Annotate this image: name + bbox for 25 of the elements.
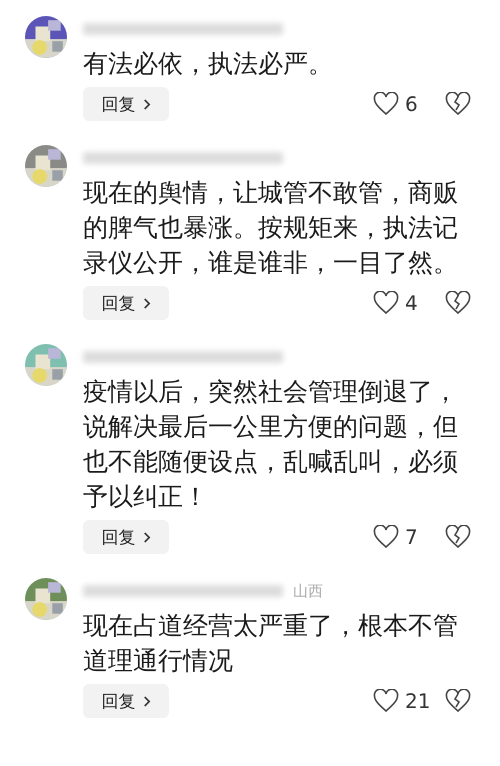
reply-button[interactable]: 回复 [83, 286, 169, 320]
chevron-icon [142, 530, 150, 544]
comment-text: 现在的舆情，让城管不敢管，商贩的脾气也暴涨。按规矩来，执法记录仪公开，谁是谁非，一目了然。 [83, 177, 459, 279]
like-count: 7 [405, 525, 419, 549]
heart-icon[interactable] [373, 525, 399, 549]
comment-text: 现在占道经营太严重了，根本不管道理通行情况 [83, 610, 459, 677]
reply-button[interactable]: 回复 [83, 684, 169, 718]
location-label: 山西 [293, 582, 323, 600]
broken-heart-icon[interactable] [445, 92, 471, 116]
like-count: 4 [405, 291, 419, 315]
chevron-icon [142, 296, 150, 310]
chevron-icon [142, 694, 150, 708]
heart-icon[interactable] [373, 689, 399, 713]
like-count: 6 [405, 92, 419, 116]
heart-icon[interactable] [373, 92, 399, 116]
reply-button[interactable]: 回复 [83, 520, 169, 554]
chevron-icon [142, 98, 150, 110]
broken-heart-icon[interactable] [445, 525, 471, 549]
broken-heart-icon[interactable] [445, 689, 471, 713]
reply-button[interactable]: 回复 [83, 87, 169, 121]
comment-text: 有法必依，执法必严。 [83, 48, 334, 80]
like-count: 21 [405, 689, 432, 713]
comment-text: 疫情以后，突然社会管理倒退了，说解决最后一公里方便的问题，但也不能随便设点，乱喊乱叫，必须予以纠正！ [83, 376, 459, 513]
broken-heart-icon[interactable] [445, 291, 471, 315]
heart-icon[interactable] [373, 291, 399, 315]
